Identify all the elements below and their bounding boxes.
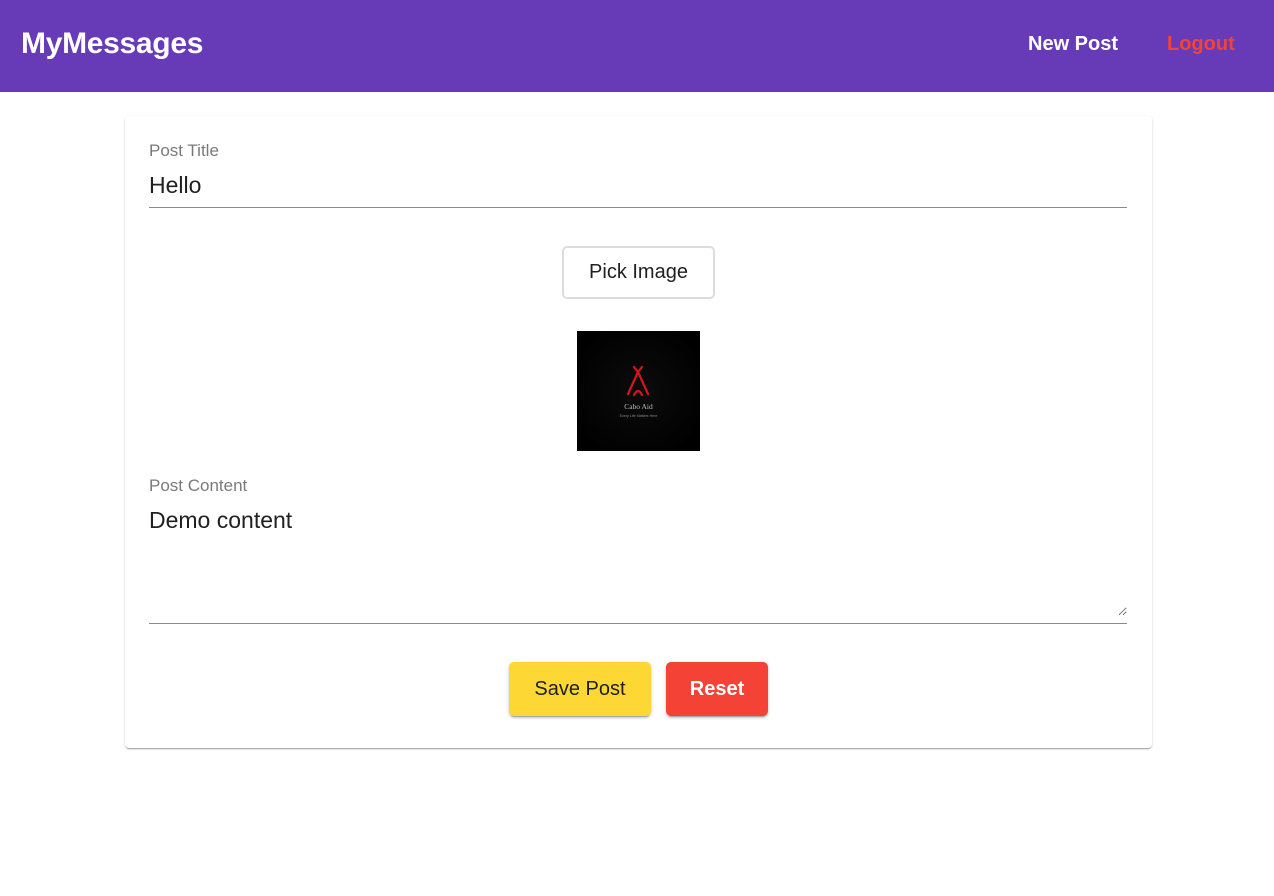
save-post-button[interactable]: Save Post — [509, 662, 651, 716]
logout-link[interactable]: Logout — [1167, 32, 1235, 56]
image-preview-tagline: Every Life Matters Here — [620, 414, 658, 418]
image-preview: Cabo Aid Every Life Matters Here — [577, 331, 700, 451]
post-create-card: Post Title Pick Image Cabo Aid Every Lif… — [125, 116, 1152, 748]
image-preview-logo: Cabo Aid Every Life Matters Here — [577, 331, 700, 451]
post-title-underline — [149, 207, 1127, 208]
post-content-label: Post Content — [149, 476, 248, 495]
post-content-underline — [149, 623, 1127, 624]
post-title-label: Post Title — [149, 141, 219, 160]
new-post-link[interactable]: New Post — [1028, 32, 1118, 56]
reset-button[interactable]: Reset — [666, 662, 768, 716]
image-preview-logo-text: Cabo Aid — [624, 402, 653, 411]
app-title[interactable]: MyMessages — [21, 26, 203, 62]
post-content-textarea[interactable]: Demo content — [149, 504, 1127, 616]
app-toolbar: MyMessages New Post Logout — [0, 0, 1274, 92]
pick-image-button[interactable]: Pick Image — [562, 246, 715, 299]
post-title-input[interactable] — [149, 168, 1127, 202]
